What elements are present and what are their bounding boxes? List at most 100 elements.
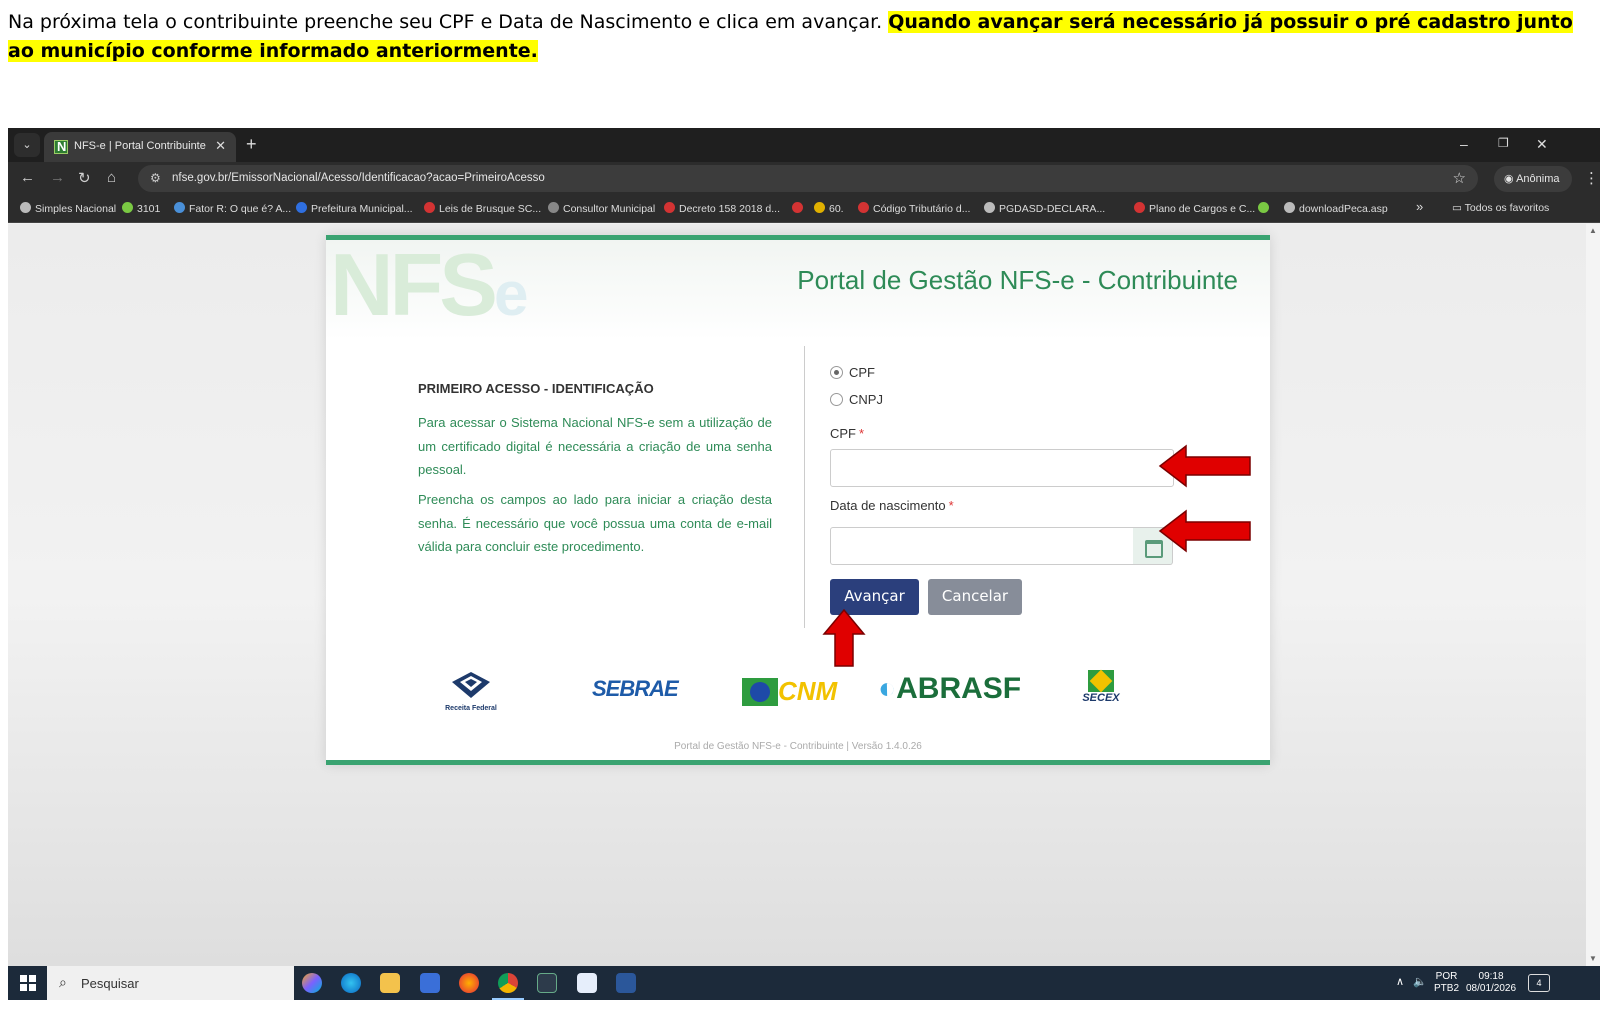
tab-search-chevron-icon[interactable]: ⌄ [14,133,40,157]
cancelar-button[interactable]: Cancelar [928,579,1022,615]
secex-logo: SECEX [1076,669,1126,704]
lang-primary: POR [1435,971,1458,982]
birth-date-input[interactable] [830,527,1134,565]
taskbar-search-placeholder: Pesquisar [81,976,139,991]
windows-start-icon[interactable] [20,975,36,991]
bookmark-label: downloadPeca.asp [1299,203,1388,215]
clock[interactable]: 09:18 08/01/2026 [1466,971,1516,995]
cpf-label-text: CPF [830,426,856,441]
bookmark-item[interactable]: PGDASD-DECLARA... [984,202,1105,215]
bookmark-favicon-icon [1284,202,1295,213]
address-url[interactable]: nfse.gov.br/EmissorNacional/Acesso/Ident… [172,172,545,184]
description-paragraph-2: Preencha os campos ao lado para iniciar … [418,492,772,554]
bookmark-item[interactable]: Decreto 158 2018 d... [664,202,780,215]
bookmark-item[interactable]: Prefeitura Municipal... [296,202,413,215]
notifications-icon[interactable]: 4 [1528,974,1550,992]
taskbar-search[interactable]: ⌕ Pesquisar [47,966,294,1000]
browser-toolbar: ← → ↻ ⌂ ⚙ nfse.gov.br/EmissorNacional/Ac… [8,162,1600,195]
browser-menu-icon[interactable]: ⋮ [1584,169,1599,187]
cpf-input[interactable] [830,449,1174,487]
portal-card: NFSe Portal de Gestão NFS-e - Contribuin… [326,235,1270,765]
incognito-icon: ◉ [1504,173,1517,185]
edge-icon[interactable] [341,973,361,993]
chrome-icon[interactable] [492,973,524,1000]
folder-icon: ▭ [1452,202,1465,214]
restore-icon[interactable]: ❐ [1498,136,1509,150]
store-icon[interactable] [420,973,440,993]
tray-chevron-icon[interactable]: ∧ [1396,976,1404,988]
abrasf-logo: ◐ABRASF [878,672,1021,706]
all-bookmarks-folder[interactable]: ▭ Todos os favoritos [1452,202,1549,214]
bookmark-favicon-icon [1134,202,1145,213]
bookmark-label: Leis de Brusque SC... [439,203,542,215]
bookmark-item[interactable]: Plano de Cargos e C... [1134,202,1255,215]
address-bar[interactable]: ⚙ nfse.gov.br/EmissorNacional/Acesso/Ide… [138,165,1478,192]
cnm-logo: CNM [742,676,837,707]
scroll-up-icon[interactable]: ▲ [1589,226,1597,235]
red-arrow-cpf [1158,444,1251,488]
bookmark-favicon-icon [858,202,869,213]
bookmark-item[interactable]: Simples Nacional [20,202,116,215]
bookmark-item[interactable]: Consultor Municipal [548,202,655,215]
tab-close-icon[interactable]: ✕ [215,138,226,154]
bookmark-item[interactable] [1258,202,1273,215]
document-margin [8,1000,1600,1023]
instruction-plain: Na próxima tela o contribuinte preenche … [8,11,889,33]
app-icon[interactable] [537,973,557,993]
firefox-icon[interactable] [459,973,479,993]
bookmark-item[interactable] [792,202,807,215]
cnm-flag-icon [742,677,778,706]
home-icon[interactable]: ⌂ [107,169,116,186]
bookmarks-overflow-icon[interactable]: » [1416,199,1423,214]
bookmark-favicon-icon [814,202,825,213]
language-indicator[interactable]: POR PTB2 [1434,971,1459,995]
radio-cpf[interactable]: CPF [830,365,875,380]
incognito-profile-button[interactable]: ◉ Anônima [1494,166,1572,192]
site-settings-icon[interactable]: ⚙ [150,171,161,185]
tab-nfse[interactable]: NFS-e | Portal Contribuinte ✕ [44,132,236,162]
receita-label: Receita Federal [445,705,497,712]
document-icon[interactable] [577,973,597,993]
new-tab-plus-icon[interactable]: + [246,134,257,155]
bookmark-item[interactable]: 60. [814,202,844,215]
window-close-icon[interactable]: ✕ [1536,136,1548,153]
bookmark-star-icon[interactable]: ☆ [1453,169,1466,187]
birth-date-field-label: Data de nascimento * [830,498,954,513]
word-icon[interactable] [616,973,636,993]
watermark-text: NFS [330,235,498,334]
radio-cnpj[interactable]: CNPJ [830,392,883,407]
volume-icon[interactable]: 🔈 [1413,976,1427,988]
birth-required-mark: * [948,498,954,513]
red-arrow-avancar [822,608,866,667]
clock-time: 09:18 [1478,971,1504,982]
red-arrow-birth-date [1158,509,1251,553]
bookmark-favicon-icon [424,202,435,213]
clock-date: 08/01/2026 [1466,983,1517,994]
bookmark-item[interactable]: Fator R: O que é? A... [174,202,291,215]
page-scrollbar[interactable]: ▲ ▼ [1586,224,1600,966]
file-explorer-icon[interactable] [380,973,400,993]
sebrae-logo: SEBRAE [592,676,679,701]
profile-label: Anônima [1516,173,1560,185]
nfse-watermark-logo: NFSe [330,235,529,336]
bookmark-item[interactable]: Leis de Brusque SC... [424,202,541,215]
copilot-icon[interactable] [302,973,322,993]
radio-cnpj-dot[interactable] [830,393,843,406]
card-header: NFSe Portal de Gestão NFS-e - Contribuin… [326,240,1270,340]
scroll-down-icon[interactable]: ▼ [1589,954,1597,963]
notification-count: 4 [1536,978,1542,988]
forward-arrow-icon[interactable]: → [50,169,65,186]
bookmark-favicon-icon [122,202,133,213]
bookmark-item[interactable]: 3101 [122,202,160,215]
page-viewport: NFSe Portal de Gestão NFS-e - Contribuin… [8,224,1586,966]
minimize-icon[interactable]: – [1460,136,1468,152]
abrasf-label: ABRASF [896,672,1022,705]
bookmark-item[interactable]: Código Tributário d... [858,202,970,215]
back-arrow-icon[interactable]: ← [20,169,35,186]
radio-cpf-dot[interactable] [830,366,843,379]
reload-icon[interactable]: ↻ [78,169,91,187]
bookmark-label: Código Tributário d... [873,203,971,215]
radio-cnpj-label: CNPJ [849,392,883,407]
bookmark-label: Prefeitura Municipal... [311,203,413,215]
bookmark-item[interactable]: downloadPeca.asp [1284,202,1388,215]
